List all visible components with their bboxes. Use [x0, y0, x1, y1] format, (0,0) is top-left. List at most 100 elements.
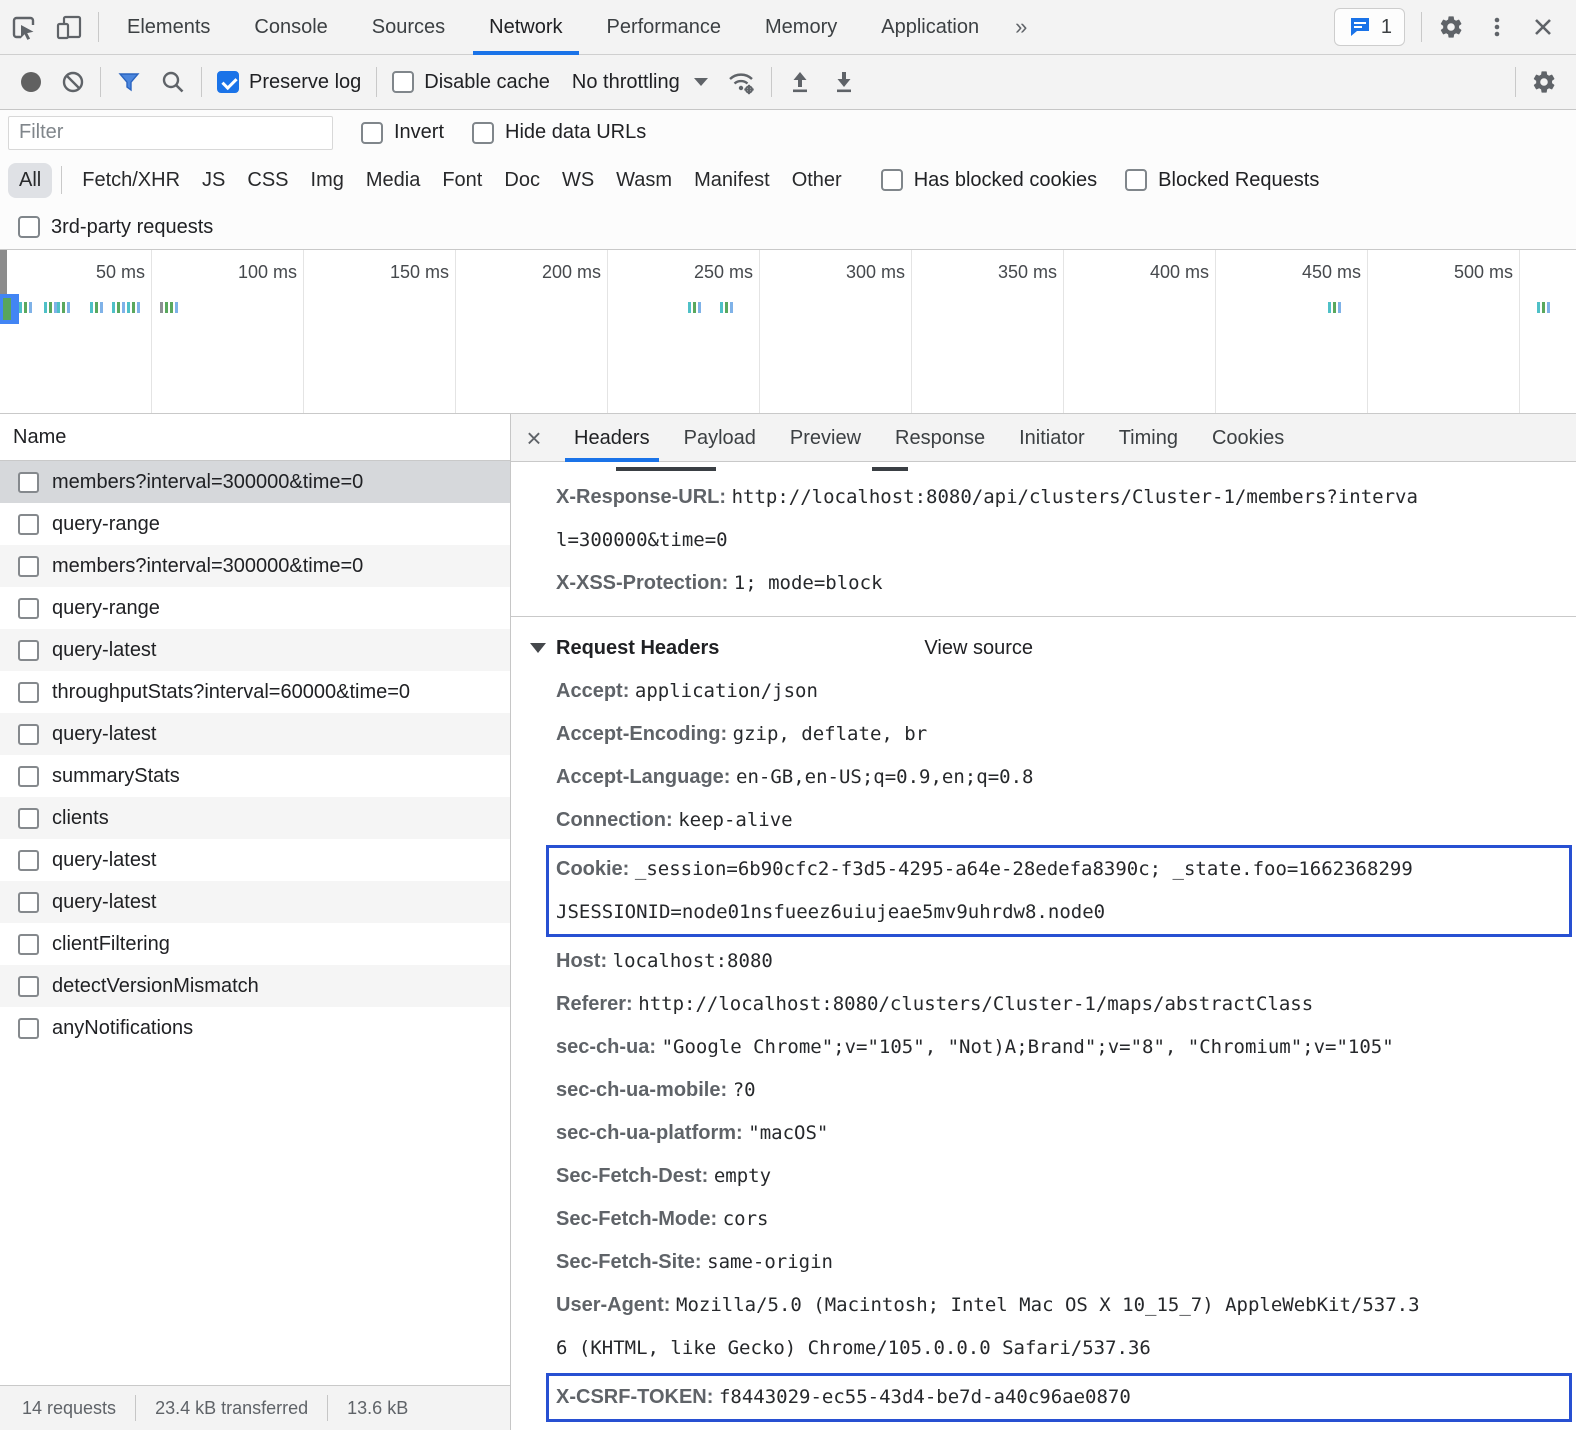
filter-input[interactable] [8, 116, 333, 150]
request-checkbox[interactable] [18, 472, 39, 493]
details-tab-payload[interactable]: Payload [667, 414, 773, 462]
request-checkbox[interactable] [18, 1018, 39, 1039]
request-checkbox[interactable] [18, 808, 39, 829]
invert-checkbox[interactable] [361, 122, 383, 144]
blocked-requests-checkbox[interactable] [1125, 169, 1147, 191]
request-checkbox[interactable] [18, 766, 39, 787]
inspect-element-button[interactable] [0, 0, 46, 55]
request-row[interactable]: detectVersionMismatch [0, 965, 510, 1007]
device-toolbar-button[interactable] [46, 0, 92, 55]
main-tab-application[interactable]: Application [859, 0, 1001, 55]
details-tab-cookies[interactable]: Cookies [1195, 414, 1301, 462]
type-filter-font[interactable]: Font [431, 163, 493, 198]
preserve-log-toggle[interactable]: Preserve log [208, 71, 370, 94]
details-tab-headers[interactable]: Headers [557, 414, 667, 462]
details-tab-initiator[interactable]: Initiator [1002, 414, 1102, 462]
invert-toggle[interactable]: Invert [361, 121, 444, 144]
type-filter-wasm[interactable]: Wasm [605, 163, 683, 198]
record-button[interactable] [10, 70, 52, 94]
request-checkbox[interactable] [18, 724, 39, 745]
header-x-csrf-token: X-CSRF-TOKEN: f8443029-ec55-43d4-be7d-a4… [546, 1373, 1572, 1422]
blocked-requests-toggle[interactable]: Blocked Requests [1125, 169, 1319, 192]
divider [327, 1395, 328, 1421]
request-checkbox[interactable] [18, 976, 39, 997]
export-har-button[interactable] [822, 69, 866, 95]
request-row[interactable]: clients [0, 797, 510, 839]
third-party-toggle[interactable]: 3rd-party requests [18, 216, 213, 239]
mark-dash [1547, 302, 1550, 313]
details-tab-preview[interactable]: Preview [773, 414, 878, 462]
main-tab-memory[interactable]: Memory [743, 0, 859, 55]
more-tabs-button[interactable]: » [1001, 14, 1041, 40]
request-row[interactable]: query-range [0, 587, 510, 629]
close-devtools-button[interactable] [1520, 0, 1566, 55]
request-row[interactable]: throughputStats?interval=60000&time=0 [0, 671, 510, 713]
more-options-button[interactable] [1474, 0, 1520, 55]
main-tab-performance[interactable]: Performance [585, 0, 744, 55]
overview-tick-label: 250 ms [608, 250, 759, 283]
type-filter-ws[interactable]: WS [551, 163, 605, 198]
blocked-requests-label: Blocked Requests [1158, 169, 1319, 192]
third-party-checkbox[interactable] [18, 216, 40, 238]
main-tab-console[interactable]: Console [232, 0, 349, 55]
request-checkbox[interactable] [18, 598, 39, 619]
main-tab-elements[interactable]: Elements [105, 0, 232, 55]
header-sec-ch-ua-platform: sec-ch-ua-platform: "macOS" [556, 1112, 1576, 1155]
type-filter-manifest[interactable]: Manifest [683, 163, 781, 198]
close-details-button[interactable]: × [511, 414, 557, 462]
details-tab-timing[interactable]: Timing [1102, 414, 1195, 462]
request-row[interactable]: query-latest [0, 881, 510, 923]
clear-button[interactable] [52, 70, 94, 94]
details-tab-response[interactable]: Response [878, 414, 1002, 462]
request-checkbox[interactable] [18, 640, 39, 661]
waterfall-overview[interactable]: 50 ms100 ms150 ms200 ms250 ms300 ms350 m… [0, 250, 1576, 414]
disclosure-triangle-icon[interactable] [530, 643, 546, 653]
main-tab-sources[interactable]: Sources [350, 0, 467, 55]
request-checkbox[interactable] [18, 850, 39, 871]
request-row[interactable]: query-latest [0, 839, 510, 881]
request-row[interactable]: summaryStats [0, 755, 510, 797]
main-tab-network[interactable]: Network [467, 0, 584, 55]
filter-toggle-button[interactable] [107, 69, 151, 95]
request-checkbox[interactable] [18, 514, 39, 535]
request-row[interactable]: query-range [0, 503, 510, 545]
type-filter-other[interactable]: Other [781, 163, 853, 198]
request-checkbox[interactable] [18, 934, 39, 955]
settings-button[interactable] [1428, 0, 1474, 55]
has-blocked-cookies-checkbox[interactable] [881, 169, 903, 191]
disable-cache-checkbox[interactable] [392, 71, 414, 93]
search-button[interactable] [151, 69, 195, 95]
throttling-dropdown[interactable]: No throttling [559, 71, 717, 94]
type-filter-all[interactable]: All [8, 163, 52, 198]
request-name: clientFiltering [52, 933, 170, 956]
request-checkbox[interactable] [18, 556, 39, 577]
request-checkbox[interactable] [18, 892, 39, 913]
hide-data-urls-toggle[interactable]: Hide data URLs [472, 121, 646, 144]
header-name: X-XSS-Protection: [556, 572, 734, 594]
request-row[interactable]: query-latest [0, 713, 510, 755]
request-row[interactable]: members?interval=300000&time=0 [0, 545, 510, 587]
preserve-log-checkbox[interactable] [217, 71, 239, 93]
device-toolbar-icon [54, 12, 84, 42]
request-row[interactable]: anyNotifications [0, 1007, 510, 1049]
header-name: Host: [556, 950, 613, 972]
console-messages-badge[interactable]: 1 [1334, 8, 1405, 46]
network-conditions-button[interactable] [717, 68, 765, 96]
hide-data-urls-checkbox[interactable] [472, 122, 494, 144]
request-row[interactable]: query-latest [0, 629, 510, 671]
type-filter-fetch-xhr[interactable]: Fetch/XHR [71, 163, 191, 198]
network-settings-button[interactable] [1522, 69, 1566, 95]
disable-cache-toggle[interactable]: Disable cache [383, 71, 559, 94]
request-checkbox[interactable] [18, 682, 39, 703]
type-filter-img[interactable]: Img [300, 163, 355, 198]
name-column-header[interactable]: Name [0, 414, 510, 461]
request-row[interactable]: clientFiltering [0, 923, 510, 965]
type-filter-doc[interactable]: Doc [493, 163, 551, 198]
view-source-link[interactable]: View source [924, 637, 1033, 660]
type-filter-js[interactable]: JS [191, 163, 236, 198]
type-filter-media[interactable]: Media [355, 163, 431, 198]
request-row[interactable]: members?interval=300000&time=0 [0, 461, 510, 503]
type-filter-css[interactable]: CSS [236, 163, 299, 198]
has-blocked-cookies-toggle[interactable]: Has blocked cookies [881, 169, 1097, 192]
import-har-button[interactable] [778, 69, 822, 95]
